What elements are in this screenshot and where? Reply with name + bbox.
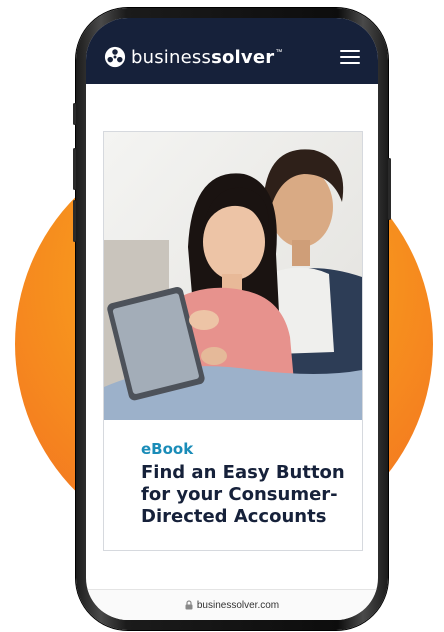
phone-mute-switch (73, 103, 76, 125)
businessolver-logo-icon[interactable] (104, 46, 126, 68)
brand-name-bold: solver (211, 46, 275, 68)
trademark-symbol: ™ (275, 49, 283, 56)
phone-volume-down-button (73, 200, 76, 242)
site-header: businesssolver ™ (86, 18, 378, 84)
ebook-card[interactable]: eBook Find an Easy Button for your Consu… (103, 131, 363, 551)
card-eyebrow: eBook (141, 440, 194, 458)
menu-line (340, 62, 360, 64)
menu-line (340, 50, 360, 52)
brand-name-light: business (131, 46, 212, 68)
card-title[interactable]: Find an Easy Button for your Consumer-Di… (141, 462, 351, 528)
browser-url-bar[interactable]: businessolver.com (86, 589, 378, 620)
hamburger-menu-icon[interactable] (340, 50, 360, 64)
phone-power-button (388, 158, 391, 220)
browser-url-text: businessolver.com (196, 599, 280, 611)
brand-name[interactable]: businesssolver (131, 47, 274, 68)
phone-frame: businesssolver ™ eBook Find an Easy Butt… (73, 8, 391, 630)
phone-volume-up-button (73, 148, 76, 190)
menu-line (340, 56, 360, 58)
phone-screen: businesssolver ™ eBook Find an Easy Butt… (86, 18, 378, 620)
lock-icon (185, 600, 193, 610)
couple-reading-tablet-photo (104, 132, 362, 420)
